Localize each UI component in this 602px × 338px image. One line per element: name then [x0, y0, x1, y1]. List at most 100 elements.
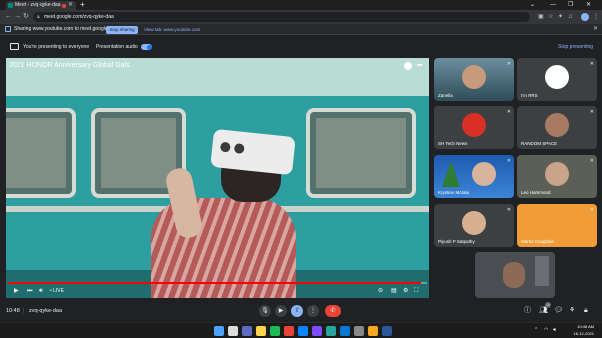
participant-tile[interactable]: ✕ RANDOM SPACE [517, 106, 597, 149]
participant-name: SH Tech News [438, 141, 468, 146]
browser-tab[interactable]: Meet - zvq-qyke-daa ✕ [6, 1, 76, 10]
wifi-icon[interactable]: ◠ [544, 327, 548, 333]
maximize-button[interactable]: ❐ [568, 0, 573, 10]
christmas-tree-icon [442, 161, 460, 187]
participant-tile[interactable]: ✕ Zanella [434, 58, 514, 101]
browser-tab-strip: Meet - zvq-qyke-daa ✕ + ⌄ — ❐ ✕ [0, 0, 602, 10]
fullscreen-icon[interactable]: ⛶ [414, 287, 418, 296]
participant-avatar [462, 113, 486, 137]
present-screen-icon [10, 43, 19, 50]
mic-off-icon: ✕ [506, 61, 511, 67]
participant-tile[interactable]: ✕ Leo Hammond [517, 155, 597, 198]
mic-button[interactable]: 🎙︎ [259, 305, 271, 317]
participant-name: RANDOM SPACE [521, 141, 558, 146]
camera-permission-icon[interactable]: ▣ [538, 10, 544, 24]
store-icon[interactable] [326, 326, 336, 336]
settings-app-icon[interactable] [354, 326, 364, 336]
camera-lens [219, 141, 231, 153]
people-count-badge: 10 [545, 302, 551, 308]
tab-close-icon[interactable]: ✕ [68, 1, 73, 10]
participant-name: Martin Coughlan [521, 239, 555, 244]
url-text[interactable]: meet.google.com/zvq-qyke-daa [44, 12, 114, 22]
stop-sharing-button[interactable]: Stop sharing [106, 25, 138, 34]
close-window-button[interactable]: ✕ [586, 0, 591, 10]
spotify-icon[interactable] [270, 326, 280, 336]
video-progress-bar[interactable] [8, 282, 427, 284]
activities-icon[interactable]: ⚘ [569, 305, 575, 317]
mic-off-icon: ✕ [506, 158, 511, 164]
host-controls-icon[interactable]: 🔒︎ [584, 305, 588, 317]
forward-icon[interactable]: → [14, 10, 21, 24]
participant-photo [545, 162, 569, 186]
sticky-notes-icon[interactable] [368, 326, 378, 336]
camera-button[interactable]: ▶ [275, 305, 287, 317]
video-share-icon[interactable]: ➦ [417, 61, 423, 69]
participant-photo [462, 65, 486, 89]
participant-tile[interactable]: ✕ Krystian Motala [434, 155, 514, 198]
new-tab-button[interactable]: + [80, 0, 85, 10]
participant-name: Krystian Motala [438, 190, 470, 195]
stop-presenting-button[interactable]: Stop presenting [558, 40, 593, 54]
meeting-code[interactable]: zvq-qyke-daa [29, 301, 62, 322]
watch-later-icon[interactable] [404, 62, 412, 70]
edge-icon[interactable] [298, 326, 308, 336]
presentation-audio-toggle[interactable] [141, 44, 152, 50]
more-options-button[interactable]: ⋮ [307, 305, 319, 317]
tab-title: Meet - zvq-qyke-daa [15, 2, 61, 8]
file-explorer-icon[interactable] [256, 326, 266, 336]
presenting-banner: You're presenting to everyone Presentati… [0, 40, 602, 54]
teams-icon[interactable] [312, 326, 322, 336]
tray-chevron-icon[interactable]: ⌃ [534, 327, 538, 333]
tab-search-icon[interactable]: ⌄ [530, 0, 535, 10]
volume-tray-icon[interactable]: 🔊︎ [553, 327, 556, 333]
taskbar-date[interactable]: 16-12-2021 [562, 330, 594, 338]
presentation-audio-label: Presentation audio [96, 44, 138, 50]
mail-icon[interactable] [340, 326, 350, 336]
play-icon[interactable]: ▶ [14, 287, 19, 296]
participant-tile[interactable]: ✕ Martin Coughlan [517, 204, 597, 247]
video-title[interactable]: 2021 HONOR Anniversary Global Gals [9, 62, 130, 69]
word-icon[interactable] [382, 326, 392, 336]
task-view-icon[interactable] [242, 326, 252, 336]
mic-off-icon: ✕ [589, 109, 594, 115]
reload-icon[interactable]: ↻ [23, 10, 29, 24]
mic-off-icon: ✕ [589, 207, 594, 213]
participant-tile[interactable]: ✕ I'm RRS [517, 58, 597, 101]
media-control-icon[interactable]: ♫ [568, 10, 573, 24]
lock-icon[interactable]: 🔒︎ [37, 12, 40, 22]
close-infobar-icon[interactable]: ✕ [593, 24, 598, 35]
profile-avatar[interactable] [581, 13, 589, 21]
toggle-knob [147, 44, 152, 50]
participant-tile[interactable]: ✕ Piyush P Satpathy [434, 204, 514, 247]
live-label[interactable]: • LIVE [50, 287, 64, 296]
chrome-icon[interactable] [284, 326, 294, 336]
chat-icon[interactable]: 💬︎ [554, 305, 563, 317]
self-view-tile[interactable] [475, 252, 555, 298]
participant-avatar [462, 211, 486, 235]
settings-gear-icon[interactable]: ⚙ [403, 287, 408, 296]
sharing-infobar: Sharing www.youtube.com to meet.google.c… [0, 24, 602, 35]
autoplay-toggle-icon[interactable]: ⊖ [378, 287, 383, 296]
meeting-details-icon[interactable]: ⓘ [524, 305, 531, 317]
participant-avatar [545, 65, 569, 89]
present-button[interactable]: ⇧ [291, 305, 303, 317]
address-bar[interactable]: 🔒︎ meet.google.com/zvq-qyke-daa [33, 12, 530, 22]
start-button-icon[interactable] [214, 326, 224, 336]
self-view-background [535, 256, 549, 286]
browser-menu-icon[interactable]: ⋮ [593, 10, 599, 24]
shared-video-stage[interactable]: 2021 HONOR Anniversary Global Gals ➦ ▶ ⏭… [6, 58, 429, 298]
participant-name: Leo Hammond [521, 190, 551, 195]
bookmark-star-icon[interactable]: ☆ [548, 10, 553, 24]
minimize-button[interactable]: — [550, 0, 556, 10]
extensions-icon[interactable]: ✦ [558, 10, 563, 24]
end-call-button[interactable]: ✆ [325, 305, 341, 317]
participant-tile[interactable]: ✕ SH Tech News [434, 106, 514, 149]
next-icon[interactable]: ⏭ [27, 287, 32, 296]
back-icon[interactable]: ← [5, 10, 12, 24]
captions-icon[interactable]: ▤ [391, 287, 397, 296]
participant-name: Piyush P Satpathy [438, 239, 475, 244]
search-taskbar-icon[interactable] [228, 326, 238, 336]
view-tab-link[interactable]: View tab: www.youtube.com [144, 24, 200, 35]
volume-icon[interactable]: 🔊︎ [39, 287, 43, 296]
windows-taskbar: ⌃ ◠ 🔊︎ 10:48 AM 16-12-2021 [0, 322, 602, 338]
